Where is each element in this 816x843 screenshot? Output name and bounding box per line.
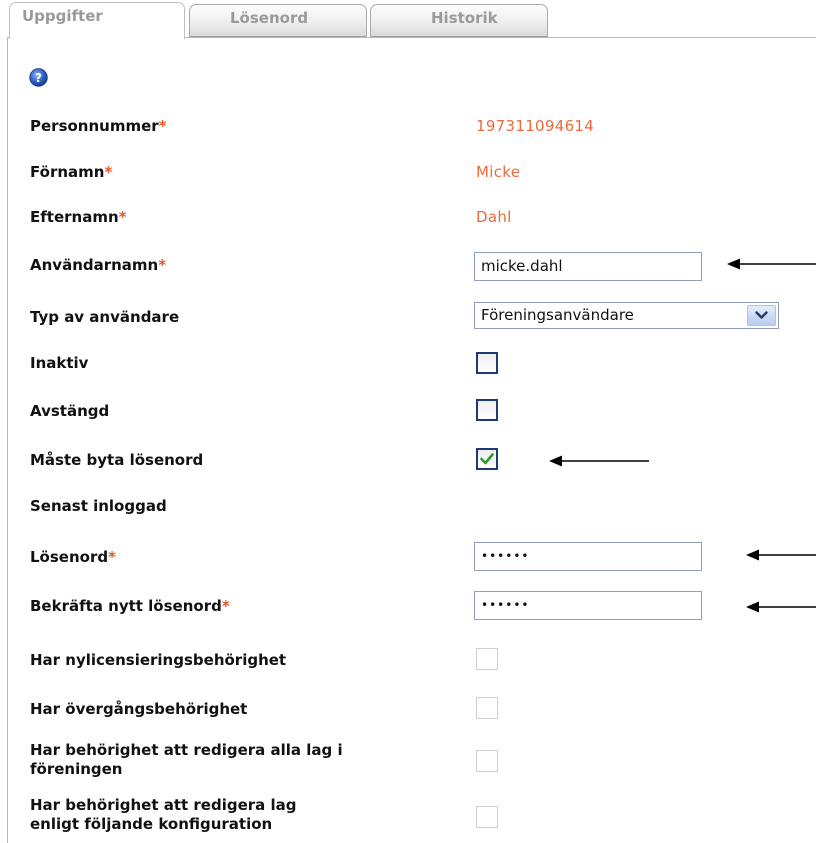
required-asterisk: *	[158, 256, 167, 274]
required-asterisk: *	[221, 597, 230, 615]
form-panel	[7, 37, 816, 843]
fornamn-label: Förnamn*	[30, 163, 113, 181]
tab-uppgifter[interactable]: Uppgifter	[9, 2, 185, 39]
konfig-checkbox[interactable]	[476, 806, 498, 828]
help-question-icon[interactable]: ?	[29, 68, 48, 87]
avstangd-checkbox[interactable]	[476, 399, 498, 421]
tab-historik[interactable]: Historik	[370, 4, 548, 37]
tab-label: Historik	[431, 9, 498, 27]
losenord-label: Lösenord*	[30, 548, 116, 566]
inaktiv-label: Inaktiv	[30, 354, 89, 372]
alla-lag-label: Har behörighet att redigera alla lag i f…	[30, 741, 343, 778]
maste-byta-checkbox[interactable]	[476, 448, 498, 470]
anvandarnamn-label: Användarnamn*	[30, 256, 167, 274]
personnummer-label: Personnummer*	[30, 117, 167, 135]
overgang-checkbox[interactable]	[476, 697, 498, 719]
tab-losenord[interactable]: Lösenord	[189, 4, 367, 37]
svg-text:?: ?	[35, 71, 42, 85]
tab-label: Uppgifter	[22, 7, 103, 25]
arrow-left-icon	[746, 549, 816, 561]
checkmark-icon	[480, 453, 494, 465]
nylicens-label: Har nylicensieringsbehörighet	[30, 651, 287, 669]
typ-select[interactable]: Föreningsanvändare	[474, 302, 779, 329]
efternamn-value: Dahl	[476, 208, 512, 226]
tab-label: Lösenord	[230, 9, 309, 27]
alla-lag-checkbox[interactable]	[476, 750, 498, 772]
bekrafta-label: Bekräfta nytt lösenord*	[30, 597, 230, 615]
konfig-label: Har behörighet att redigera lag enligt f…	[30, 796, 297, 833]
efternamn-label: Efternamn*	[30, 208, 127, 226]
fornamn-value: Micke	[476, 163, 521, 181]
required-asterisk: *	[108, 548, 116, 566]
maste-byta-label: Måste byta lösenord	[30, 451, 204, 469]
required-asterisk: *	[118, 208, 127, 226]
losenord-input[interactable]: ••••••	[474, 542, 702, 571]
chevron-down-icon	[755, 311, 768, 319]
dropdown-button[interactable]	[747, 305, 776, 326]
arrow-left-icon	[746, 601, 816, 613]
required-asterisk: *	[158, 117, 167, 135]
bekrafta-input[interactable]: ••••••	[474, 591, 702, 620]
inaktiv-checkbox[interactable]	[476, 352, 498, 374]
overgang-label: Har övergångsbehörighet	[30, 700, 248, 718]
senast-inloggad-label: Senast inloggad	[30, 497, 167, 515]
arrow-left-icon	[549, 455, 649, 467]
nylicens-checkbox[interactable]	[476, 648, 498, 670]
avstangd-label: Avstängd	[30, 402, 110, 420]
personnummer-value: 197311094614	[476, 117, 595, 135]
required-asterisk: *	[104, 163, 113, 181]
typ-select-value: Föreningsanvändare	[481, 306, 634, 324]
anvandarnamn-input[interactable]: micke.dahl	[474, 252, 702, 281]
arrow-left-icon	[727, 258, 816, 270]
typ-label: Typ av användare	[30, 308, 180, 326]
